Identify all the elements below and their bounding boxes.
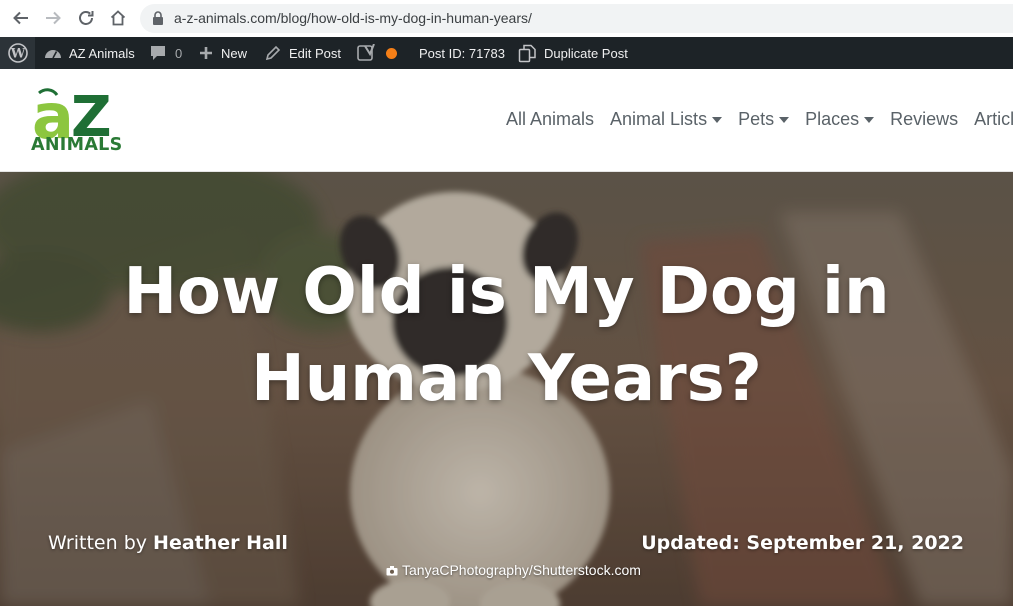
post-id-item: Post ID: 71783 bbox=[419, 37, 505, 69]
pencil-icon bbox=[265, 45, 281, 61]
chevron-down-icon bbox=[864, 117, 875, 123]
reload-button[interactable] bbox=[74, 6, 98, 30]
edit-post-link[interactable]: Edit Post bbox=[265, 37, 341, 69]
nav-label: Places bbox=[805, 108, 860, 129]
site-name-menu[interactable]: AZ Animals bbox=[44, 37, 135, 69]
forward-arrow-icon bbox=[46, 11, 61, 25]
comment-icon bbox=[151, 46, 165, 60]
nav-label: Reviews bbox=[890, 108, 959, 129]
new-content-menu[interactable]: New bbox=[199, 37, 247, 69]
nav-places[interactable]: Places bbox=[805, 107, 875, 131]
nav-label: Article bbox=[974, 108, 1013, 129]
photo-credit-text: TanyaCPhotography/Shutterstock.com bbox=[402, 562, 641, 578]
updated-date: Updated: September 21, 2022 bbox=[641, 532, 964, 554]
logo-wordmark: ANIMALS bbox=[31, 135, 123, 155]
duplicate-post-label: Duplicate Post bbox=[544, 45, 628, 61]
article-hero: How Old is My Dog in Human Years? Writte… bbox=[0, 172, 1013, 606]
wp-admin-bar: W AZ Animals 0 New Edit Post Post ID: 71… bbox=[0, 37, 1013, 69]
reload-icon bbox=[79, 11, 94, 25]
yoast-icon bbox=[357, 44, 375, 61]
nav-reviews[interactable]: Reviews bbox=[890, 107, 958, 131]
main-navigation: All Animals Animal Lists Pets Places Rev… bbox=[506, 107, 1013, 131]
nav-articles[interactable]: Article bbox=[974, 107, 1013, 131]
site-header: a Z ANIMALS All Animals Animal Lists Pet… bbox=[0, 69, 1013, 172]
nav-label: Animal Lists bbox=[610, 108, 708, 129]
seo-status-dot bbox=[386, 47, 397, 59]
duplicate-post-link[interactable]: Duplicate Post bbox=[518, 37, 628, 69]
nav-all-animals[interactable]: All Animals bbox=[506, 107, 594, 131]
home-icon bbox=[110, 10, 126, 26]
address-bar[interactable]: a-z-animals.com/blog/how-old-is-my-dog-i… bbox=[140, 4, 1013, 33]
chevron-down-icon bbox=[779, 117, 790, 123]
wordpress-icon: W bbox=[7, 43, 28, 63]
wordpress-logo-menu[interactable]: W bbox=[0, 37, 35, 69]
seo-menu[interactable] bbox=[357, 37, 397, 69]
edit-post-label: Edit Post bbox=[289, 45, 342, 61]
camera-icon bbox=[386, 565, 398, 575]
site-name-label: AZ Animals bbox=[69, 45, 135, 61]
author-name[interactable]: Heather Hall bbox=[153, 532, 288, 554]
photo-credit: TanyaCPhotography/Shutterstock.com bbox=[386, 562, 641, 578]
nav-label: Pets bbox=[738, 108, 775, 129]
forward-button[interactable] bbox=[41, 6, 65, 30]
url-text: a-z-animals.com/blog/how-old-is-my-dog-i… bbox=[174, 10, 532, 26]
new-label: New bbox=[221, 45, 248, 61]
dashboard-icon bbox=[45, 50, 61, 59]
home-button[interactable] bbox=[106, 6, 130, 30]
nav-pets[interactable]: Pets bbox=[738, 107, 790, 131]
plus-icon bbox=[200, 47, 212, 59]
article-title: How Old is My Dog in Human Years? bbox=[123, 255, 890, 416]
comments-menu[interactable]: 0 bbox=[150, 37, 182, 69]
back-arrow-icon bbox=[13, 11, 28, 25]
nav-label: All Animals bbox=[506, 108, 595, 129]
chevron-down-icon bbox=[712, 117, 723, 123]
browser-toolbar: a-z-animals.com/blog/how-old-is-my-dog-i… bbox=[0, 0, 1013, 37]
svg-text:W: W bbox=[9, 47, 25, 62]
back-button[interactable] bbox=[9, 6, 33, 30]
duplicate-icon bbox=[518, 44, 536, 62]
comments-count: 0 bbox=[175, 45, 183, 61]
byline-prefix: Written by bbox=[48, 532, 154, 554]
nav-animal-lists[interactable]: Animal Lists bbox=[610, 107, 723, 131]
lock-icon bbox=[153, 11, 163, 25]
author-byline: Written by Heather Hall bbox=[48, 532, 288, 554]
post-id-label: Post ID: 71783 bbox=[419, 45, 505, 61]
